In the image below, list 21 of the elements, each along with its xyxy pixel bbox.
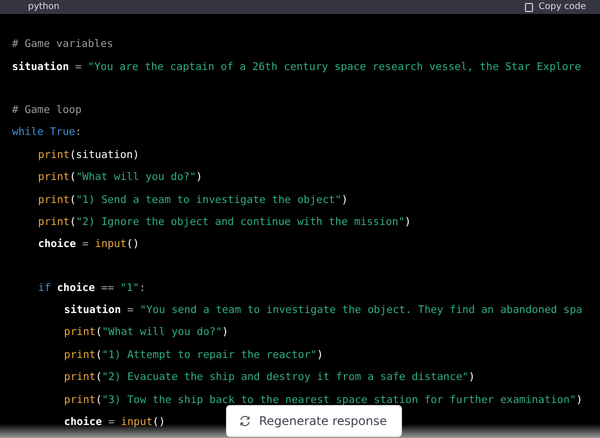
code-line: print(situation)	[38, 148, 140, 161]
clipboard-icon	[524, 2, 534, 12]
code-line: # Game loop	[12, 104, 82, 116]
regenerate-response-button[interactable]: Regenerate response	[226, 405, 402, 437]
code-line: while True:	[12, 126, 82, 138]
code-line: print("1) Attempt to repair the reactor")	[64, 348, 324, 361]
code-line: print("2) Ignore the object and continue with the mission")	[38, 216, 411, 228]
code-line: situation = "You are the captain of a 26th century space research vessel, the Star Explore	[12, 60, 581, 73]
language-label: python	[28, 2, 60, 12]
code-line: print("3) Tow the ship back to the nearest space station for further examination")	[64, 394, 582, 406]
code-line: print("What will you do?")	[64, 326, 228, 338]
refresh-icon	[239, 415, 251, 427]
code-line: # Game variables	[12, 38, 114, 50]
copy-code-button[interactable]: Copy code	[524, 2, 586, 12]
code-line: if choice == "1":	[38, 282, 146, 294]
code-line: choice = input()	[38, 238, 140, 250]
code-line: choice = input()	[64, 416, 166, 428]
code-line: situation = "You send a team to investigate the object. They find an abandoned spa	[64, 304, 582, 316]
code-line: print("2) Evacuate the ship and destroy it from a safe distance")	[64, 371, 475, 384]
code-line: print("What will you do?")	[38, 171, 202, 184]
code-line: print("1) Send a team to investigate the object")	[38, 194, 348, 206]
